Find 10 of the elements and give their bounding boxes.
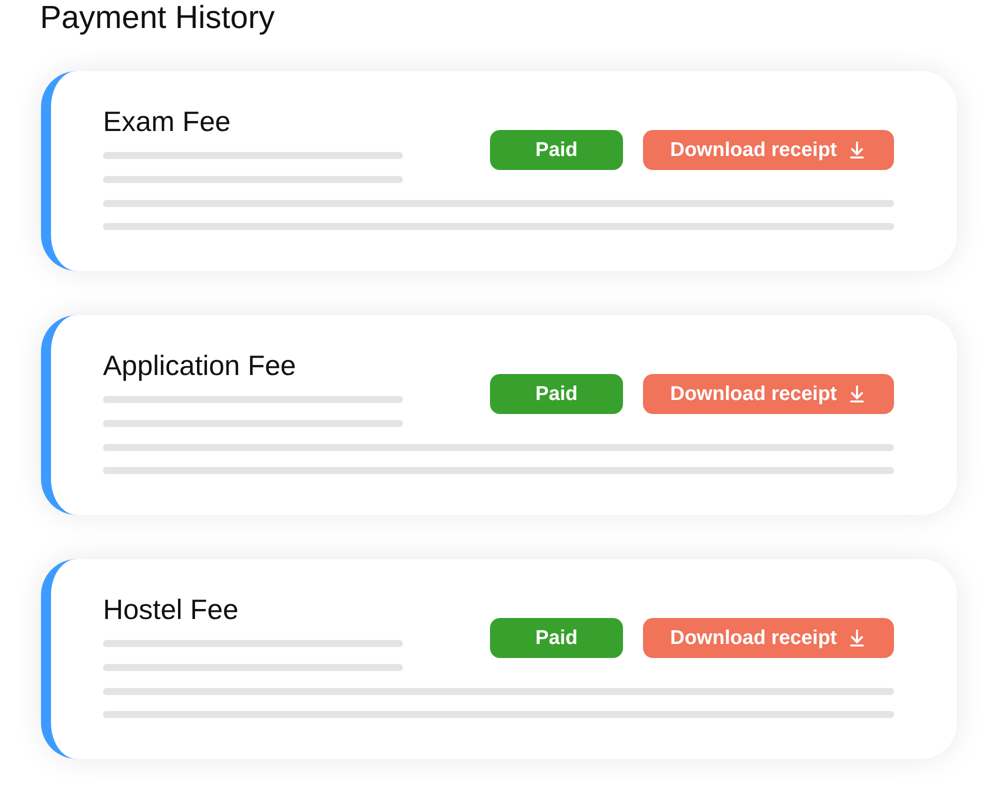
fee-name: Application Fee bbox=[103, 349, 296, 383]
download-receipt-button[interactable]: Download receipt bbox=[643, 374, 894, 414]
fee-name: Hostel Fee bbox=[103, 593, 238, 627]
page-title: Payment History bbox=[40, 0, 275, 34]
fee-name: Exam Fee bbox=[103, 105, 231, 139]
status-badge: Paid bbox=[490, 374, 623, 414]
status-badge: Paid bbox=[490, 618, 623, 658]
download-receipt-button[interactable]: Download receipt bbox=[643, 618, 894, 658]
download-receipt-button[interactable]: Download receipt bbox=[643, 130, 894, 170]
status-badge: Paid bbox=[490, 130, 623, 170]
